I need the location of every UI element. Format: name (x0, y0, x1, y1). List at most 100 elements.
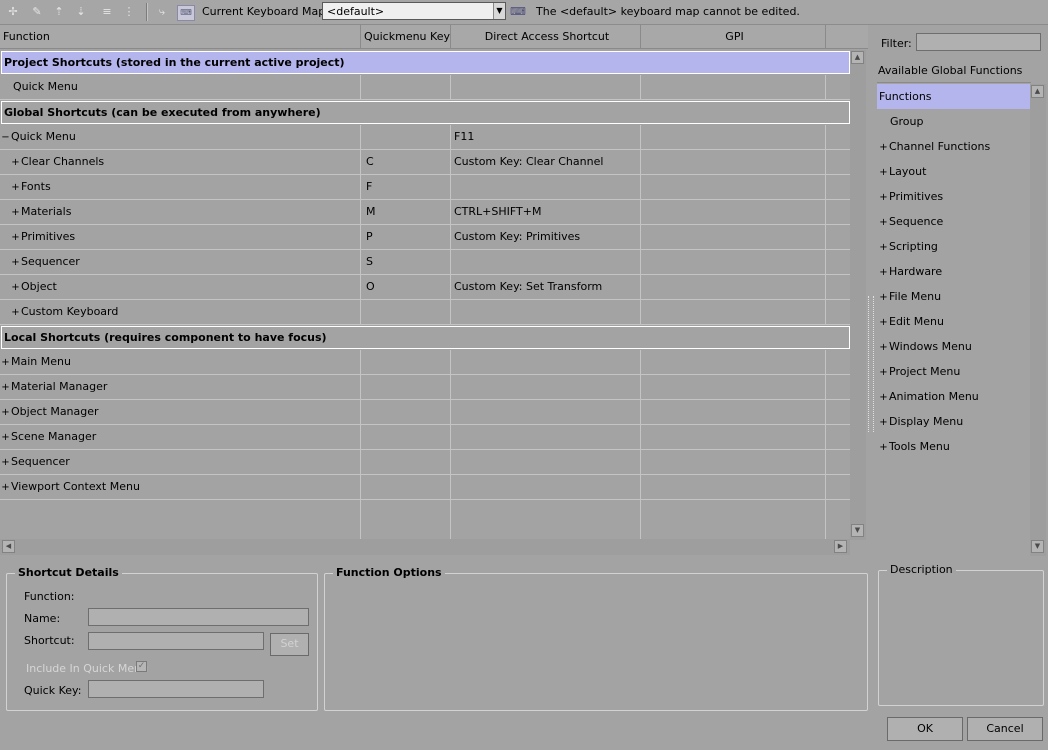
move-up-icon[interactable]: ⇡ (52, 5, 66, 19)
column-header-quickmenu-key[interactable]: Quickmenu Key (361, 25, 451, 49)
table-row[interactable]: +Object O Custom Key: Set Transform (0, 275, 850, 300)
function-options-group: Function Options (324, 566, 868, 711)
expand-icon[interactable]: + (0, 476, 11, 499)
function-cell: +Custom Keyboard (0, 300, 361, 324)
expand-icon[interactable]: + (0, 451, 11, 474)
table-vertical-scrollbar[interactable]: ▲ ▼ (850, 50, 866, 540)
expand-icon[interactable]: + (0, 426, 11, 449)
table-row[interactable]: Quick Menu (0, 75, 850, 100)
expand-icon[interactable]: + (0, 376, 11, 399)
function-tree-item[interactable]: +Edit Menu (877, 309, 1030, 334)
expand-icon[interactable]: + (10, 301, 21, 324)
panel-splitter-handle[interactable] (868, 296, 874, 432)
expand-icon[interactable]: + (878, 235, 889, 260)
expand-icon[interactable]: + (878, 135, 889, 160)
function-tree-item[interactable]: Functions (877, 84, 1030, 109)
expand-icon[interactable]: + (878, 360, 889, 385)
keyboard-map-select[interactable]: <default> ▼ (322, 2, 506, 20)
expand-icon[interactable]: + (878, 385, 889, 410)
function-tree-item[interactable]: +Animation Menu (877, 384, 1030, 409)
expand-icon[interactable]: + (0, 401, 11, 424)
expand-icon[interactable]: + (878, 260, 889, 285)
expand-icon[interactable]: + (878, 435, 889, 460)
expand-icon[interactable]: + (10, 176, 21, 199)
collapse-icon[interactable]: − (0, 126, 11, 149)
scroll-up-icon[interactable]: ▲ (1031, 85, 1044, 98)
section-header[interactable]: Local Shortcuts (requires component to h… (1, 326, 850, 349)
table-row[interactable]: +Primitives P Custom Key: Primitives (0, 225, 850, 250)
expand-icon[interactable]: + (10, 251, 21, 274)
table-row[interactable]: +Object Manager (0, 400, 850, 425)
expand-all-icon[interactable]: ≡ (100, 5, 114, 19)
gpi-cell (641, 200, 826, 224)
function-tree-item[interactable]: +Project Menu (877, 359, 1030, 384)
function-tree-item[interactable]: +Channel Functions (877, 134, 1030, 159)
function-tree-item[interactable]: +Display Menu (877, 409, 1030, 434)
include-in-quick-menu-checkbox[interactable]: ✓ (136, 661, 147, 672)
expand-icon[interactable]: + (878, 160, 889, 185)
table-row[interactable]: +Custom Keyboard (0, 300, 850, 325)
edit-icon[interactable]: ✎ (30, 5, 44, 19)
section-header[interactable]: Project Shortcuts (stored in the current… (1, 51, 850, 74)
function-tree-item[interactable]: +Tools Menu (877, 434, 1030, 459)
function-tree-item[interactable]: +Layout (877, 159, 1030, 184)
table-row[interactable]: +Materials M CTRL+SHIFT+M (0, 200, 850, 225)
functions-vertical-scrollbar[interactable]: ▲ ▼ (1030, 84, 1046, 556)
ok-button[interactable]: OK (887, 717, 963, 741)
function-tree-item[interactable]: +Scripting (877, 234, 1030, 259)
expand-icon[interactable]: + (878, 210, 889, 235)
empty-cell (0, 500, 361, 539)
quickmenu-key-cell: M (361, 200, 451, 224)
table-row[interactable]: +Viewport Context Menu (0, 475, 850, 500)
section-header[interactable]: Global Shortcuts (can be executed from a… (1, 101, 850, 124)
keyboard-icon[interactable]: ⌨ (177, 5, 195, 21)
function-tree-item[interactable]: +Windows Menu (877, 334, 1030, 359)
shortcut-field[interactable] (88, 632, 264, 650)
global-functions-header[interactable]: Available Global Functions (877, 59, 1031, 83)
expand-icon[interactable]: + (878, 335, 889, 360)
name-field[interactable] (88, 608, 309, 626)
table-row[interactable]: −Quick Menu F11 (0, 125, 850, 150)
expand-icon[interactable]: + (10, 201, 21, 224)
scroll-left-icon[interactable]: ◀ (2, 540, 15, 553)
scroll-down-icon[interactable]: ▼ (851, 524, 864, 537)
expand-icon[interactable]: + (10, 226, 21, 249)
filter-input[interactable] (916, 33, 1041, 51)
table-row[interactable]: +Scene Manager (0, 425, 850, 450)
column-header-function[interactable]: Function (0, 25, 361, 49)
expand-icon[interactable]: + (10, 151, 21, 174)
quick-key-field[interactable] (88, 680, 264, 698)
cancel-button[interactable]: Cancel (967, 717, 1043, 741)
table-row[interactable]: +Sequencer (0, 450, 850, 475)
move-down-icon[interactable]: ⇣ (74, 5, 88, 19)
expand-icon[interactable]: + (878, 285, 889, 310)
column-header-gpi[interactable]: GPI (641, 25, 826, 49)
scroll-right-icon[interactable]: ▶ (834, 540, 847, 553)
table-row[interactable]: +Fonts F (0, 175, 850, 200)
add-icon[interactable]: ✢ (6, 5, 20, 19)
expand-icon[interactable]: + (10, 276, 21, 299)
function-tree-item[interactable]: +Hardware (877, 259, 1030, 284)
table-row[interactable]: +Sequencer S (0, 250, 850, 275)
expand-icon[interactable]: + (878, 410, 889, 435)
expand-icon[interactable]: + (0, 351, 11, 374)
chevron-down-icon[interactable]: ▼ (493, 3, 505, 19)
scroll-down-icon[interactable]: ▼ (1031, 540, 1044, 553)
table-row[interactable]: +Main Menu (0, 350, 850, 375)
scroll-up-icon[interactable]: ▲ (851, 51, 864, 64)
insert-icon[interactable]: ⤷ (155, 5, 169, 19)
collapse-all-icon[interactable]: ⋮ (122, 5, 136, 19)
function-tree-item[interactable]: Group (877, 109, 1030, 134)
function-tree-item[interactable]: +Sequence (877, 209, 1030, 234)
table-horizontal-scrollbar[interactable]: ◀ ▶ (0, 539, 850, 555)
table-row[interactable]: +Clear Channels C Custom Key: Clear Channe… (0, 150, 850, 175)
function-tree-item[interactable]: +Primitives (877, 184, 1030, 209)
keyboard-map-edit-icon[interactable]: ⌨ (510, 5, 526, 19)
function-name: Sequencer (21, 255, 80, 268)
function-tree-item[interactable]: +File Menu (877, 284, 1030, 309)
column-header-direct-access-shortcut[interactable]: Direct Access Shortcut (451, 25, 641, 49)
expand-icon[interactable]: + (878, 310, 889, 335)
expand-icon[interactable]: + (878, 185, 889, 210)
table-row[interactable]: +Material Manager (0, 375, 850, 400)
set-button[interactable]: Set (270, 633, 309, 656)
